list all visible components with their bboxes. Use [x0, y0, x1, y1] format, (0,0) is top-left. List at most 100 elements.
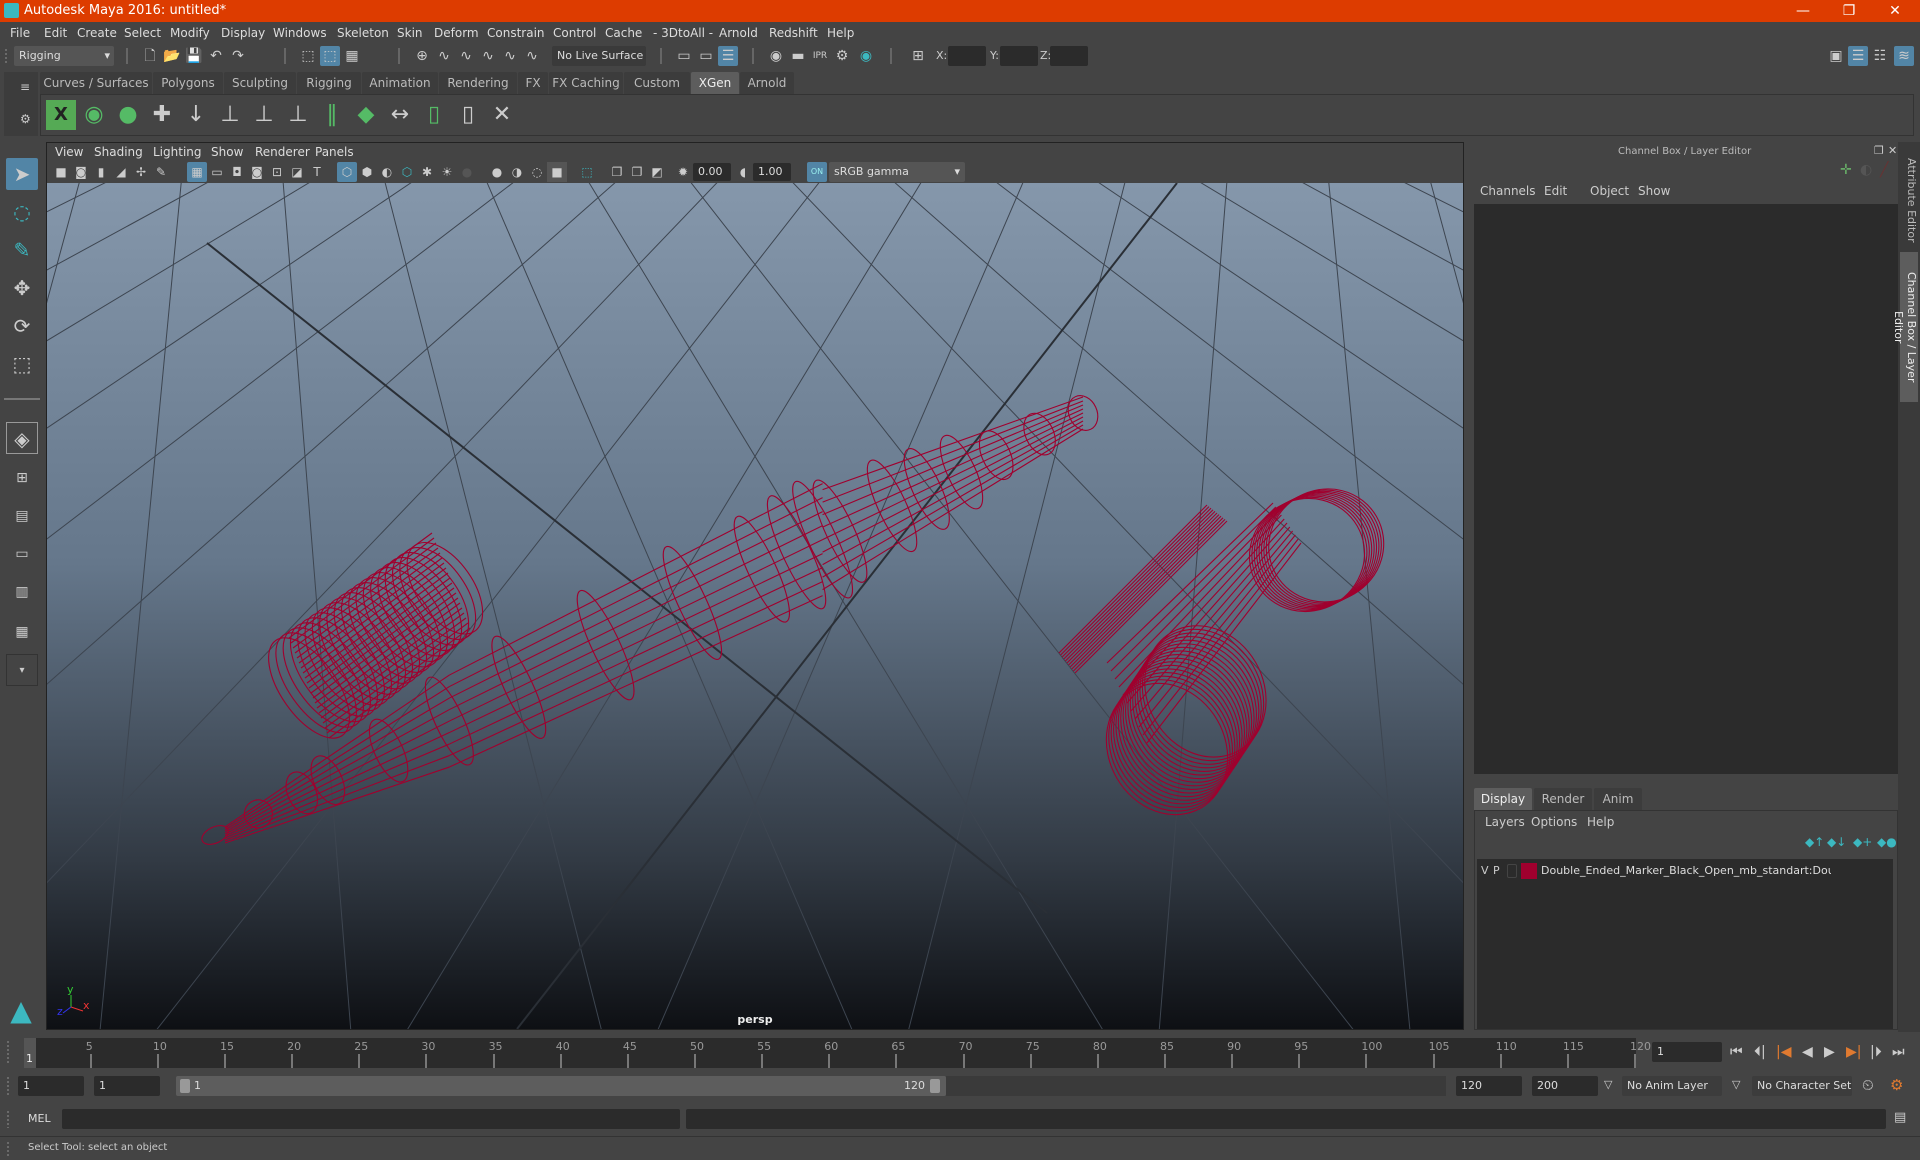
- menu-display[interactable]: Display: [221, 26, 265, 40]
- attribute-editor-tab[interactable]: Attribute Editor: [1900, 150, 1918, 250]
- close-button[interactable]: ✕: [1872, 0, 1918, 22]
- chevron-down-icon[interactable]: ▽: [1732, 1078, 1740, 1091]
- snap-point-icon[interactable]: ∿: [456, 46, 476, 66]
- select-object-icon[interactable]: ⬚: [320, 46, 340, 66]
- new-scene-icon[interactable]: 🗋: [140, 46, 160, 66]
- rotate-tool-icon[interactable]: ⟳: [6, 310, 38, 342]
- guide-frame-icon[interactable]: ▯: [453, 100, 483, 130]
- undo-icon[interactable]: ↶: [206, 46, 226, 66]
- output-ops-icon[interactable]: ▭: [696, 46, 716, 66]
- step-back-frame-button[interactable]: |◀: [1776, 1044, 1791, 1060]
- layer-row[interactable]: V P Double_Ended_Marker_Black_Open_mb_st…: [1477, 861, 1893, 881]
- wireframe-icon[interactable]: ⬡: [337, 162, 357, 182]
- menu-control[interactable]: Control: [553, 26, 596, 40]
- isolate-select-icon[interactable]: ⬚: [577, 162, 597, 182]
- xgen-preview-icon[interactable]: ◉: [79, 100, 109, 130]
- command-input[interactable]: [62, 1109, 680, 1129]
- gamma-icon[interactable]: ◖: [733, 162, 753, 182]
- viewport-menu-panels[interactable]: Panels: [315, 145, 354, 159]
- manipulator-axis-icon[interactable]: ✛: [1840, 162, 1852, 178]
- xgen-clear-preview-icon[interactable]: ●: [113, 100, 143, 130]
- attribute-editor-toggle-icon[interactable]: ☰: [1848, 46, 1868, 66]
- drag-handle[interactable]: [6, 1076, 10, 1096]
- channel-object-menu[interactable]: Object: [1590, 184, 1629, 198]
- menu-redshift[interactable]: Redshift: [769, 26, 818, 40]
- input-ops-icon[interactable]: ▭: [674, 46, 694, 66]
- motion-blur-icon[interactable]: ◑: [507, 162, 527, 182]
- layer-playback-toggle[interactable]: P: [1493, 864, 1500, 877]
- scale-tool-icon[interactable]: ⬚: [6, 348, 38, 380]
- channel-edit-menu[interactable]: Edit: [1544, 184, 1567, 198]
- camera-attributes-icon[interactable]: ◙: [71, 162, 91, 182]
- menu-help[interactable]: Help: [827, 26, 854, 40]
- channel-box-list[interactable]: [1474, 204, 1898, 774]
- step-forward-key-button[interactable]: |⏵: [1870, 1044, 1882, 1060]
- animation-preferences-icon[interactable]: ⚙: [1890, 1076, 1903, 1094]
- shelf-tab-animation[interactable]: Animation: [362, 72, 438, 94]
- render-settings-icon[interactable]: ⚙: [832, 46, 852, 66]
- render-view-icon[interactable]: ◉: [766, 46, 786, 66]
- persp-graph-outliner-layout-icon[interactable]: ▦: [6, 616, 38, 648]
- color-space-dropdown[interactable]: sRGB gamma ▾: [829, 162, 965, 182]
- menu-select[interactable]: Select: [124, 26, 161, 40]
- viewport-3d-scene[interactable]: y x z persp: [47, 183, 1463, 1029]
- delete-guides-icon[interactable]: ✕: [487, 100, 517, 130]
- menu-file[interactable]: File: [10, 26, 30, 40]
- grid-paint-icon[interactable]: ◆: [351, 100, 381, 130]
- rotate-guide-icon[interactable]: ⊥: [249, 100, 279, 130]
- current-frame-field[interactable]: 1: [1652, 1042, 1722, 1062]
- single-perspective-layout-icon[interactable]: ◈: [6, 422, 38, 454]
- bookmark-icon[interactable]: ▮: [91, 162, 111, 182]
- layer-tab-anim[interactable]: Anim: [1594, 788, 1642, 810]
- step-forward-frame-button[interactable]: ▶|: [1846, 1044, 1861, 1060]
- character-set-dropdown[interactable]: No Character Set: [1752, 1076, 1852, 1096]
- menu-edit[interactable]: Edit: [44, 26, 67, 40]
- restore-button[interactable]: ❐: [1826, 0, 1872, 22]
- snap-live-icon[interactable]: ∿: [522, 46, 542, 66]
- anti-aliasing-icon[interactable]: ◌: [527, 162, 547, 182]
- script-language-toggle[interactable]: MEL: [28, 1112, 51, 1125]
- layer-visibility-toggle[interactable]: V: [1481, 864, 1489, 877]
- save-scene-icon[interactable]: 💾: [184, 46, 204, 66]
- range-start-handle[interactable]: [180, 1079, 190, 1093]
- shelf-tab-rendering[interactable]: Rendering: [439, 72, 517, 94]
- film-gate-icon[interactable]: ▭: [207, 162, 227, 182]
- auto-key-icon[interactable]: ⏲: [1862, 1076, 1874, 1094]
- camera-select-icon[interactable]: ■: [51, 162, 71, 182]
- float-panel-icon[interactable]: ❐: [1874, 144, 1884, 157]
- menu-deform[interactable]: Deform: [434, 26, 479, 40]
- shelf-tab-custom[interactable]: Custom: [624, 72, 690, 94]
- y-field[interactable]: [1000, 46, 1038, 66]
- shelf-tab-rigging[interactable]: Rigging: [297, 72, 361, 94]
- viewport-menu-shading[interactable]: Shading: [94, 145, 143, 159]
- hypershade-icon[interactable]: ◉: [856, 46, 876, 66]
- menu-skin[interactable]: Skin: [397, 26, 423, 40]
- ipr-render-icon[interactable]: IPR: [810, 46, 830, 66]
- wireframe-on-shaded-icon[interactable]: ⬡: [397, 162, 417, 182]
- animation-end-field[interactable]: 200: [1532, 1076, 1598, 1096]
- open-scene-icon[interactable]: 📂: [162, 46, 182, 66]
- drag-handle[interactable]: [6, 1110, 10, 1128]
- snap-surface-icon[interactable]: ∿: [500, 46, 520, 66]
- more-layouts-icon[interactable]: ▾: [6, 654, 38, 686]
- layers-menu[interactable]: Layers: [1485, 815, 1525, 829]
- new-layer-selected-icon[interactable]: ◆●: [1877, 835, 1897, 849]
- menu-3dtoall[interactable]: - 3DtoAll -: [653, 26, 713, 40]
- select-component-icon[interactable]: ▦: [342, 46, 362, 66]
- go-to-start-button[interactable]: ⏮: [1730, 1044, 1743, 1060]
- flip-guides-icon[interactable]: ↔: [385, 100, 415, 130]
- new-layer-icon[interactable]: ◆+: [1853, 835, 1872, 849]
- viewport-menu-lighting[interactable]: Lighting: [153, 145, 202, 159]
- playback-start-field[interactable]: 1: [94, 1076, 160, 1096]
- select-tool-icon[interactable]: ➤: [6, 158, 38, 190]
- channel-box-layer-editor-tab[interactable]: Channel Box / Layer Editor: [1892, 252, 1918, 402]
- move-layer-up-icon[interactable]: ◆↑: [1805, 835, 1824, 849]
- shelf-settings-gear-icon[interactable]: ⚙: [20, 112, 31, 126]
- menu-constrain[interactable]: Constrain: [487, 26, 545, 40]
- channels-menu[interactable]: Channels: [1480, 184, 1536, 198]
- safe-title-icon[interactable]: T: [307, 162, 327, 182]
- four-view-layout-icon[interactable]: ⊞: [6, 462, 38, 494]
- current-time-marker[interactable]: 1: [24, 1038, 36, 1068]
- add-guide-icon[interactable]: ⊥: [215, 100, 245, 130]
- snap-grid-icon[interactable]: ⊕: [412, 46, 432, 66]
